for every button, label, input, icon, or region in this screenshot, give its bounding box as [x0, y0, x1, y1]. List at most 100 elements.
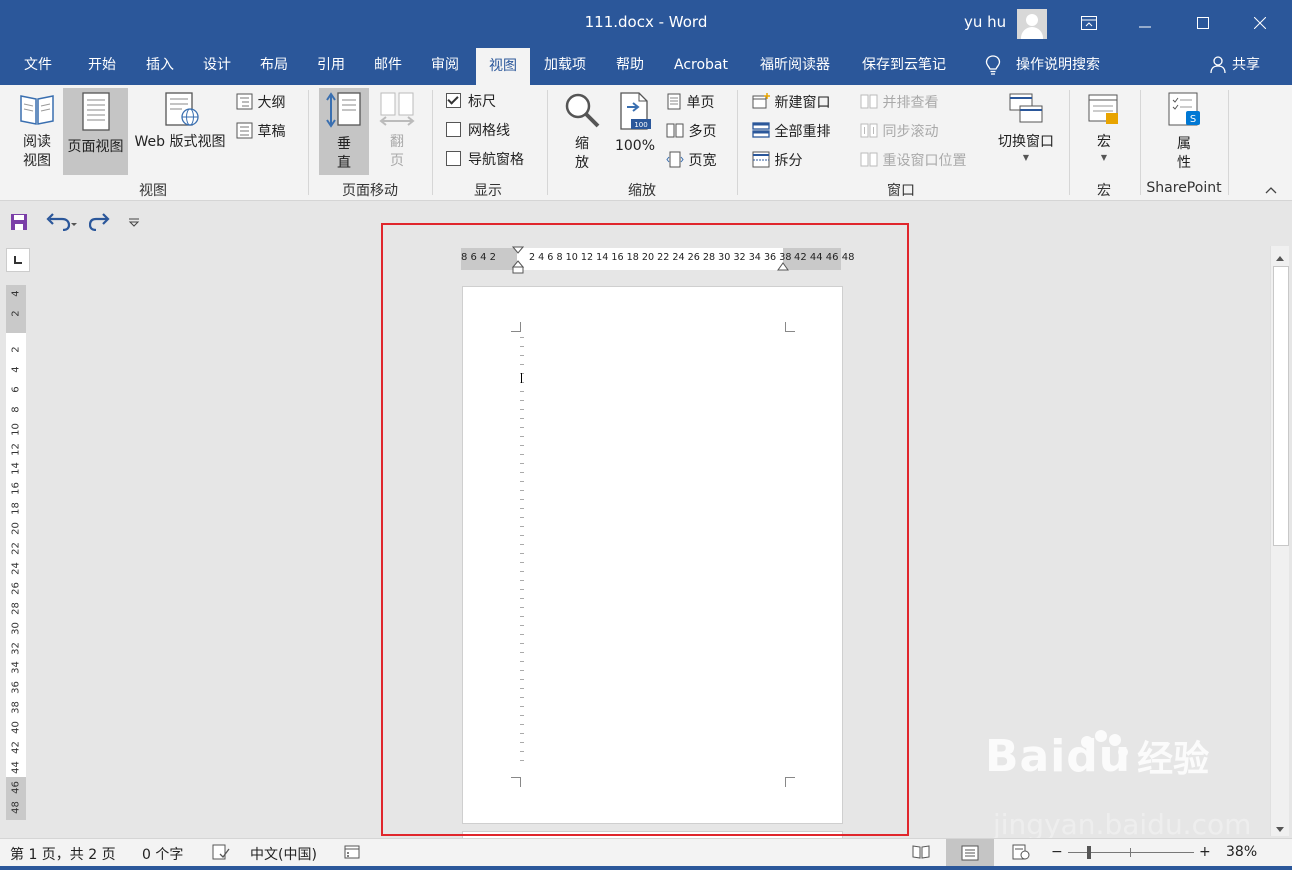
share-button[interactable]: 共享	[1232, 47, 1260, 85]
tab-layout[interactable]: 布局	[260, 47, 288, 85]
vertical-ruler-number: 4	[10, 366, 22, 373]
vertical-ruler-number: 14	[10, 462, 22, 476]
zoom-slider-thumb[interactable]	[1087, 846, 1091, 859]
view-side-by-side-button[interactable]: 并排查看	[860, 93, 938, 113]
tab-home[interactable]: 开始	[88, 47, 116, 85]
arrange-all-button[interactable]: 全部重排	[752, 122, 830, 142]
page-movement-group-label: 页面移动	[342, 183, 398, 199]
switch-windows-button[interactable]: 切换窗口 ▼	[993, 91, 1059, 175]
scroll-up-icon[interactable]	[1275, 250, 1285, 266]
side-to-side-button[interactable]: 翻 页	[374, 91, 420, 175]
navigation-pane-box	[446, 151, 461, 166]
new-window-label: 新建窗口	[774, 95, 831, 111]
avatar[interactable]	[1017, 9, 1047, 39]
proofing-icon[interactable]	[212, 844, 230, 864]
vertical-scroll-icon	[326, 92, 361, 128]
page-count[interactable]: 第 1 页，共 2 页	[10, 844, 116, 864]
language[interactable]: 中文(中国)	[250, 844, 317, 864]
tell-me-search[interactable]: 操作说明搜索	[1016, 47, 1100, 85]
gridlines-box	[446, 122, 461, 137]
collapse-ribbon-icon[interactable]	[1264, 183, 1278, 199]
watermark-cn: 经验	[1137, 739, 1210, 780]
tab-mailings[interactable]: 邮件	[374, 47, 402, 85]
web-layout-view-icon[interactable]	[1012, 844, 1030, 864]
zoom-100-button[interactable]: 100 100%	[611, 91, 659, 175]
vertical-ruler-number: 12	[10, 442, 22, 456]
tab-foxit-reader[interactable]: 福昕阅读器	[760, 47, 830, 85]
navigation-pane-checkbox[interactable]: 导航窗格	[446, 151, 524, 169]
group-divider	[737, 90, 738, 195]
zoom-button[interactable]: 缩 放	[560, 91, 604, 175]
vertical-ruler-number: 46	[10, 781, 22, 794]
window-group-label: 窗口	[887, 183, 915, 199]
tab-insert[interactable]: 插入	[146, 47, 174, 85]
tab-review[interactable]: 审阅	[431, 47, 459, 85]
ribbon-display-options-icon[interactable]	[1072, 8, 1106, 38]
tab-design[interactable]: 设计	[203, 47, 231, 85]
read-mode-button[interactable]: 阅读 视图	[14, 91, 60, 175]
vertical-ruler-number: 40	[10, 721, 22, 734]
zoom-group-label: 缩放	[628, 183, 656, 199]
tab-references[interactable]: 引用	[317, 47, 345, 85]
group-divider	[308, 90, 309, 195]
tab-save-to-cloud-notes[interactable]: 保存到云笔记	[862, 47, 946, 85]
print-layout-label: 页面视图	[67, 139, 124, 155]
multiple-pages-button[interactable]: 多页	[666, 122, 716, 142]
scroll-thumb[interactable]	[1273, 266, 1289, 546]
macros-label: 宏	[1097, 134, 1111, 150]
print-layout-button[interactable]: 页面视图	[63, 88, 128, 175]
outline-button[interactable]: 大纲	[236, 93, 285, 113]
reset-window-position-button[interactable]: 重设窗口位置	[860, 151, 966, 171]
paw-icon	[1081, 730, 1128, 757]
multiple-pages-icon	[666, 123, 684, 138]
zoom-out-button[interactable]: −	[1051, 844, 1063, 860]
side-by-side-icon	[860, 94, 878, 109]
tab-addins[interactable]: 加载项	[544, 47, 586, 85]
tab-help[interactable]: 帮助	[616, 47, 644, 85]
minimize-button[interactable]	[1128, 8, 1162, 38]
read-mode-view-icon[interactable]	[912, 844, 930, 864]
undo-icon[interactable]	[45, 213, 77, 235]
web-layout-button[interactable]: Web 版式视图	[130, 91, 230, 175]
synchronous-scrolling-button[interactable]: 同步滚动	[860, 122, 938, 142]
zoom-in-button[interactable]: +	[1199, 844, 1211, 860]
one-page-icon	[667, 93, 681, 110]
vertical-scrollbar[interactable]	[1270, 246, 1289, 836]
zoom-level[interactable]: 38%	[1226, 844, 1257, 860]
svg-text:S: S	[1190, 114, 1196, 125]
tab-stop-selector[interactable]	[6, 248, 30, 272]
zoom-slider[interactable]	[1068, 846, 1194, 859]
scroll-down-icon[interactable]	[1275, 822, 1285, 838]
draft-button[interactable]: 草稿	[236, 122, 285, 142]
macro-recording-icon[interactable]	[344, 844, 360, 864]
redo-icon[interactable]	[88, 213, 111, 235]
vertical-button[interactable]: 垂 直	[319, 88, 369, 175]
print-layout-view-icon[interactable]	[946, 839, 994, 867]
word-count[interactable]: 0 个字	[142, 844, 183, 864]
vertical-ruler-number: 28	[10, 601, 22, 615]
vertical-ruler-number: 48	[10, 801, 22, 814]
split-button[interactable]: 拆分	[752, 151, 802, 171]
close-button[interactable]	[1243, 8, 1277, 38]
ruler-checkbox[interactable]: 标尺	[446, 93, 496, 111]
navigation-pane-label: 导航窗格	[468, 152, 524, 168]
user-name[interactable]: yu hu	[964, 13, 1006, 31]
tab-file[interactable]: 文件	[24, 47, 52, 85]
new-window-button[interactable]: 新建窗口	[752, 93, 830, 113]
group-divider	[432, 90, 433, 195]
page-width-button[interactable]: 页宽	[666, 151, 716, 171]
vertical-ruler[interactable]: 4 2 2 4 6 8 10 12 14 16 18 20 22 24 26 28 30 32 34 36 38 40 42…	[6, 285, 26, 820]
magnifier-icon	[565, 93, 600, 128]
maximize-button[interactable]	[1186, 8, 1220, 38]
group-divider	[1140, 90, 1141, 195]
properties-button[interactable]: S 属 性	[1160, 91, 1208, 175]
sync-scroll-icon	[860, 123, 878, 138]
vertical-ruler-number: 16	[10, 482, 22, 496]
one-page-button[interactable]: 单页	[666, 93, 714, 113]
macros-button[interactable]: 宏 ▼	[1082, 91, 1126, 175]
customize-toolbar-icon[interactable]	[128, 216, 140, 232]
tab-acrobat[interactable]: Acrobat	[674, 47, 728, 85]
save-icon[interactable]	[10, 213, 28, 235]
gridlines-checkbox[interactable]: 网格线	[446, 122, 510, 140]
tab-view[interactable]: 视图	[476, 48, 530, 85]
